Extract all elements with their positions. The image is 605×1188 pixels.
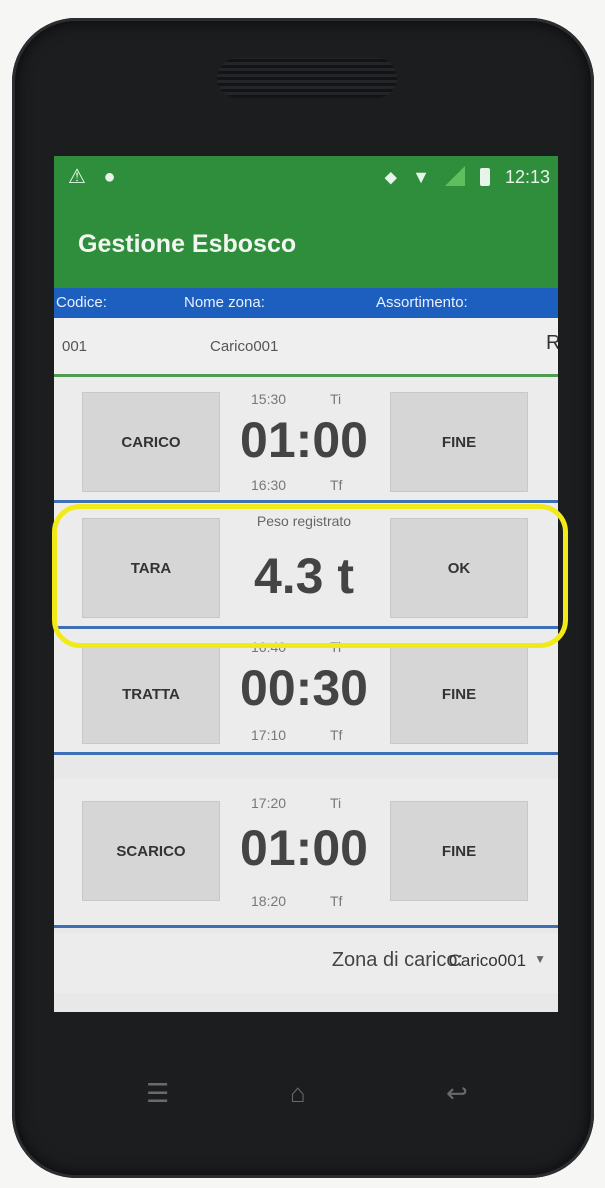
scarico-ti-label: Ti — [330, 795, 342, 811]
zona-di-carico-dropdown[interactable]: Carico001 ▼ — [449, 951, 546, 971]
tratta-tf-label: Tf — [330, 727, 343, 743]
tratta-start-time: 16:40 — [251, 639, 287, 655]
carico-start-time: 15:30 — [251, 391, 287, 407]
carico-tf-label: Tf — [330, 477, 343, 493]
tara-weight: 4.3 t — [253, 548, 355, 604]
system-nav-bar: ☰ ⌂ ↩ — [54, 1060, 558, 1130]
scarico-tf-label: Tf — [330, 893, 343, 909]
carico-duration: 01:00 — [240, 412, 368, 468]
scarico-start-time: 17:20 — [251, 795, 287, 811]
back-icon[interactable]: ↩ — [446, 1078, 468, 1109]
speaker-grille — [217, 58, 397, 98]
home-icon[interactable]: ⌂ — [290, 1078, 306, 1109]
carico-ti-label: Ti — [330, 391, 342, 407]
status-bar: ⚠ ● ⬥ ▼ 12:13 — [54, 156, 558, 206]
battery-icon — [479, 168, 490, 186]
menu-icon[interactable]: ☰ — [146, 1078, 169, 1109]
tara-section: TARA Peso registrato 4.3 t OK — [54, 503, 558, 629]
app-title: Gestione Esbosco — [78, 230, 297, 258]
column-header: Codice: Nome zona: Assortimento: — [54, 288, 558, 318]
scarico-end-time: 18:20 — [251, 893, 287, 909]
carico-fine-button[interactable]: FINE — [390, 392, 528, 492]
carico-end-time: 16:30 — [251, 477, 287, 493]
nome-zona-header: Nome zona: — [184, 294, 265, 311]
tara-button[interactable]: TARA — [82, 518, 220, 618]
tratta-section: TRATTA 16:40 Ti 00:30 17:10 Tf FINE — [54, 629, 558, 755]
codice-value: 001 — [62, 338, 88, 355]
dot-icon: ● — [103, 166, 116, 188]
tratta-button[interactable]: TRATTA — [82, 644, 220, 744]
zona-di-carico-label: Zona di carico: — [331, 949, 463, 971]
tratta-end-time: 17:10 — [251, 727, 287, 743]
peso-registrato-label: Peso registrato — [256, 513, 352, 529]
tara-ok-button[interactable]: OK — [390, 518, 528, 618]
scarico-duration: 01:00 — [240, 820, 368, 876]
zona-di-carico-value: Carico001 — [448, 951, 527, 970]
phone-screen: ⚠ ● ⬥ ▼ 12:13 Gestione Esbosco Codice: N… — [54, 156, 558, 1012]
carico-section: CARICO 15:30 Ti 01:00 16:30 Tf FINE — [54, 377, 558, 503]
scarico-section: SCARICO 17:20 Ti 01:00 18:20 Tf FINE — [54, 779, 558, 928]
location-icon: ⬥ — [384, 167, 398, 187]
app-bar: Gestione Esbosco — [54, 206, 558, 288]
scarico-fine-button[interactable]: FINE — [390, 801, 528, 901]
info-row: 001 Carico001 Ramaglie▼ — [54, 318, 558, 377]
scarico-button[interactable]: SCARICO — [82, 801, 220, 901]
tratta-duration: 00:30 — [240, 660, 368, 716]
tratta-fine-button[interactable]: FINE — [390, 644, 528, 744]
assortimento-header: Assortimento: — [376, 294, 468, 311]
signal-icon — [444, 166, 465, 186]
footer-zona-row: Zona di carico: Carico001 ▼ — [54, 933, 558, 993]
nome-zona-value: Carico001 — [210, 338, 279, 355]
dropdown-arrow-icon: ▼ — [554, 332, 558, 346]
carico-button[interactable]: CARICO — [82, 392, 220, 492]
tratta-ti-label: Ti — [330, 639, 342, 655]
status-time: 12:13 — [504, 167, 550, 187]
warning-icon: ⚠ — [68, 166, 86, 188]
codice-header: Codice: — [56, 294, 107, 311]
wifi-icon: ▼ — [412, 167, 430, 187]
dropdown-arrow-icon: ▼ — [534, 952, 546, 966]
